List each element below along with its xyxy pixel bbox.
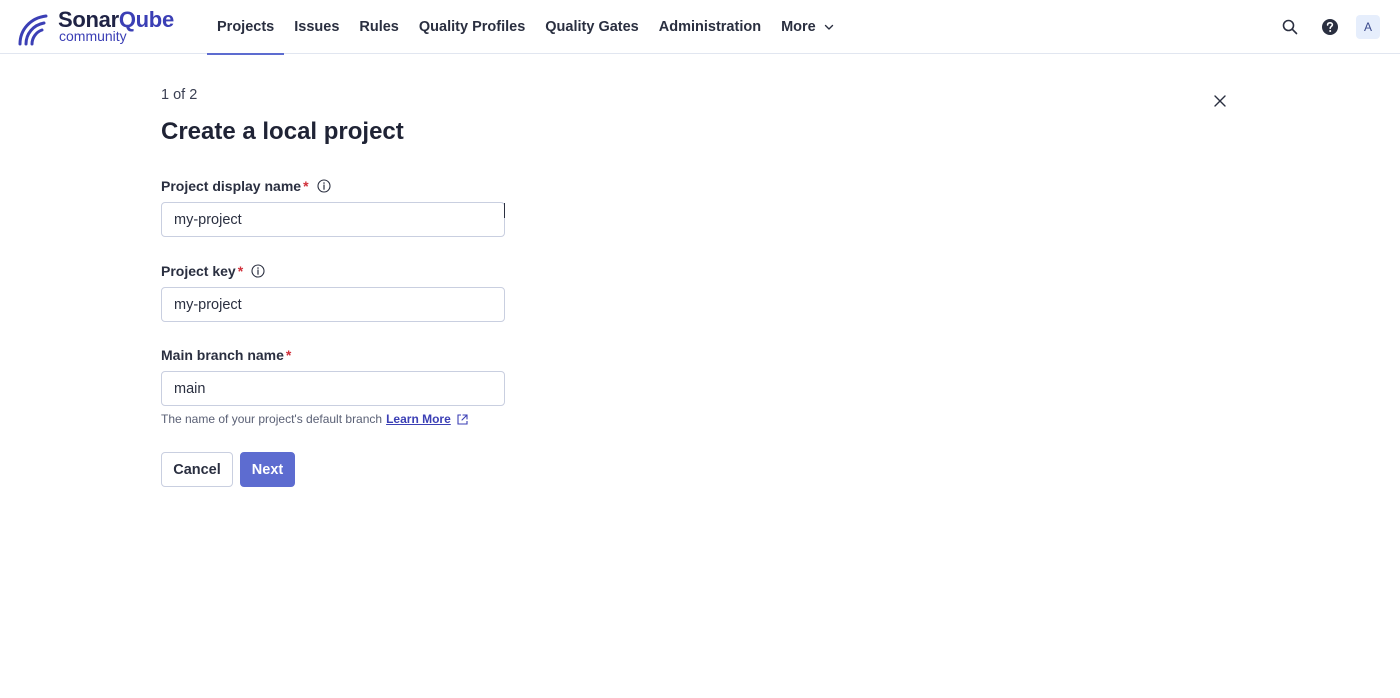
close-button[interactable] [1211, 92, 1229, 110]
nav-quality-gates[interactable]: Quality Gates [535, 0, 648, 54]
required-marker: * [285, 347, 292, 363]
nav-more[interactable]: More [771, 0, 844, 54]
project-display-name-input[interactable] [161, 202, 505, 237]
nav-administration[interactable]: Administration [649, 0, 771, 54]
display-name-label: Project display name * [161, 178, 331, 194]
branch-help-text: The name of your project's default branc… [161, 412, 469, 426]
main-nav: Projects Issues Rules Quality Profiles Q… [207, 0, 844, 55]
page-title: Create a local project [161, 118, 404, 145]
nav-quality-profiles[interactable]: Quality Profiles [409, 0, 535, 54]
top-navigation-bar: SonarQube community Projects Issues Rule… [0, 0, 1400, 55]
main-branch-input[interactable] [161, 371, 505, 406]
info-icon[interactable] [251, 264, 265, 278]
help-button[interactable] [1316, 13, 1344, 41]
search-button[interactable] [1276, 13, 1304, 41]
external-link-icon [457, 413, 468, 425]
learn-more-link[interactable]: Learn More [386, 412, 451, 426]
project-key-label: Project key * [161, 263, 265, 279]
main-branch-label: Main branch name * [161, 347, 292, 363]
project-key-input[interactable] [161, 287, 505, 322]
close-icon [1214, 95, 1226, 107]
step-indicator: 1 of 2 [161, 87, 198, 103]
next-button[interactable]: Next [240, 452, 295, 487]
search-icon [1282, 19, 1298, 35]
info-icon[interactable] [316, 179, 331, 193]
brand-edition: community [59, 28, 127, 44]
cancel-button[interactable]: Cancel [161, 452, 233, 487]
sonar-waves-icon [18, 14, 48, 46]
sonarqube-logo[interactable]: SonarQube community [16, 6, 176, 46]
nav-rules[interactable]: Rules [349, 0, 409, 54]
required-marker: * [237, 263, 244, 279]
chevron-down-icon [824, 24, 833, 30]
user-avatar[interactable]: A [1356, 15, 1380, 39]
header-actions: A [1264, 0, 1380, 54]
nav-projects[interactable]: Projects [207, 0, 285, 55]
required-marker: * [303, 178, 309, 194]
nav-issues[interactable]: Issues [284, 0, 349, 54]
text-cursor [504, 203, 505, 218]
help-icon [1322, 19, 1338, 35]
